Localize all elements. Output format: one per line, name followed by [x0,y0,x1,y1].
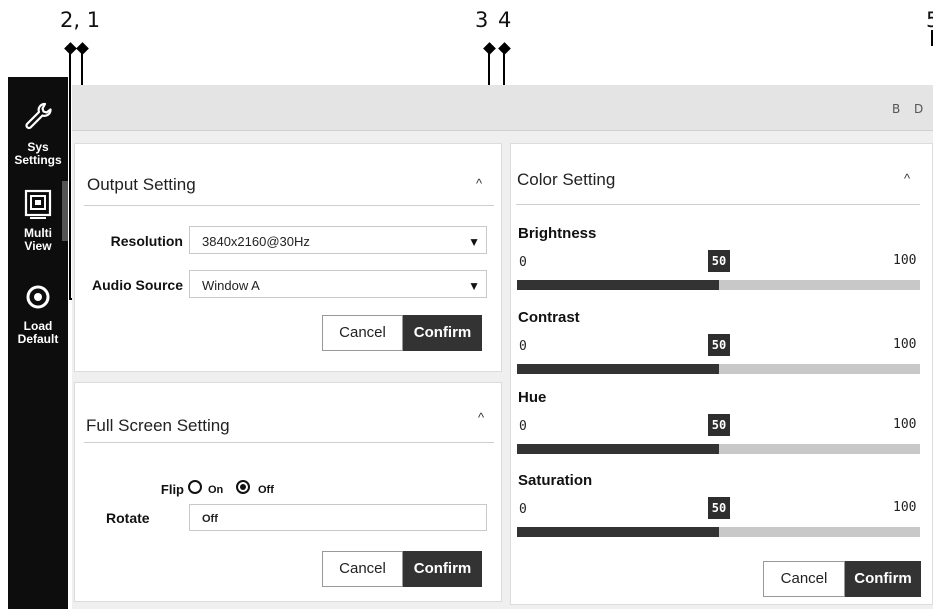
sidebar: Sys Settings Multi View Load Default [8,77,68,609]
top-bar: B D [72,85,933,131]
hue-slider-fill [517,444,719,454]
sidebar-scrollbar[interactable] [62,181,68,241]
resolution-value: 3840x2160@30Hz [202,234,310,249]
output-setting-collapse-icon[interactable]: ^ [476,176,482,191]
flip-on-radio[interactable] [188,480,202,494]
load-default-icon [26,285,50,309]
audio-source-select[interactable]: Window A ▼ [189,270,487,298]
sidebar-item-load-default[interactable]: Load Default [8,284,68,346]
hue-max-value: 100 [893,417,917,432]
rotate-select[interactable]: Off [189,504,487,531]
saturation-slider[interactable] [517,527,920,537]
color-setting-title: Color Setting [517,170,616,189]
color-confirm-button[interactable]: Confirm [845,561,921,597]
resolution-label: Resolution [110,233,183,249]
brightness-min-value: 0 [519,255,527,270]
sidebar-item-multi-view[interactable]: Multi View [8,189,68,253]
brightness-label: Brightness [518,225,597,242]
color-cancel-button[interactable]: Cancel [763,561,845,597]
brightness-slider-fill [517,280,719,290]
brightness-slider[interactable] [517,280,920,290]
full-screen-confirm-button[interactable]: Confirm [403,551,482,587]
audio-source-label: Audio Source [91,277,183,293]
output-cancel-button[interactable]: Cancel [322,315,403,351]
contrast-slider-fill [517,364,719,374]
color-setting-collapse-icon[interactable]: ^ [904,171,910,186]
hue-min-value: 0 [519,419,527,434]
contrast-min-value: 0 [519,339,527,354]
flip-off-radio[interactable] [236,480,250,494]
rotate-value: Off [202,513,218,525]
hue-value-badge[interactable]: 50 [708,414,730,436]
brightness-max-value: 100 [893,253,917,268]
sidebar-label-default: Default [17,332,59,346]
flip-on-label: On [208,484,224,496]
contrast-value-badge[interactable]: 50 [708,334,730,356]
brightness-value-badge[interactable]: 50 [708,250,730,272]
chevron-down-icon: ▼ [468,279,480,293]
output-setting-divider [84,205,494,206]
contrast-slider[interactable] [517,364,920,374]
contrast-label: Contrast [518,309,580,326]
flip-off-label: Off [258,484,274,496]
full-screen-cancel-button[interactable]: Cancel [322,551,403,587]
sidebar-item-sys-settings[interactable]: Sys Settings [8,101,68,167]
output-setting-title: Output Setting [87,175,196,194]
leader-line-2 [69,50,71,300]
wrench-icon [25,102,52,130]
saturation-value-badge[interactable]: 50 [708,497,730,519]
hue-label: Hue [518,389,547,406]
hue-slider[interactable] [517,444,920,454]
full-screen-setting-collapse-icon[interactable]: ^ [478,410,484,425]
callout-number-4: 4 [498,8,512,32]
multi-view-icon [24,189,52,219]
sidebar-label-settings: Settings [14,153,62,167]
output-confirm-button[interactable]: Confirm [403,315,482,351]
rotate-label: Rotate [106,510,150,526]
topbar-control-b[interactable]: B [892,102,900,116]
sidebar-label-view: View [24,239,52,253]
full-screen-setting-divider [84,442,494,443]
callout-number-2-1: 2, 1 [60,8,101,32]
topbar-control-d[interactable]: D [914,102,923,116]
callout-number-3: 3 [475,8,489,32]
resolution-select[interactable]: 3840x2160@30Hz ▼ [189,226,487,254]
saturation-label: Saturation [518,472,593,489]
saturation-min-value: 0 [519,502,527,517]
full-screen-setting-title: Full Screen Setting [86,416,230,435]
contrast-max-value: 100 [893,337,917,352]
chevron-down-icon: ▼ [468,235,480,249]
flip-label: Flip [160,482,184,497]
audio-source-value: Window A [202,278,260,293]
saturation-slider-fill [517,527,719,537]
saturation-max-value: 100 [893,500,917,515]
color-setting-divider [516,204,920,205]
callout-number-5: 5 [926,8,933,32]
